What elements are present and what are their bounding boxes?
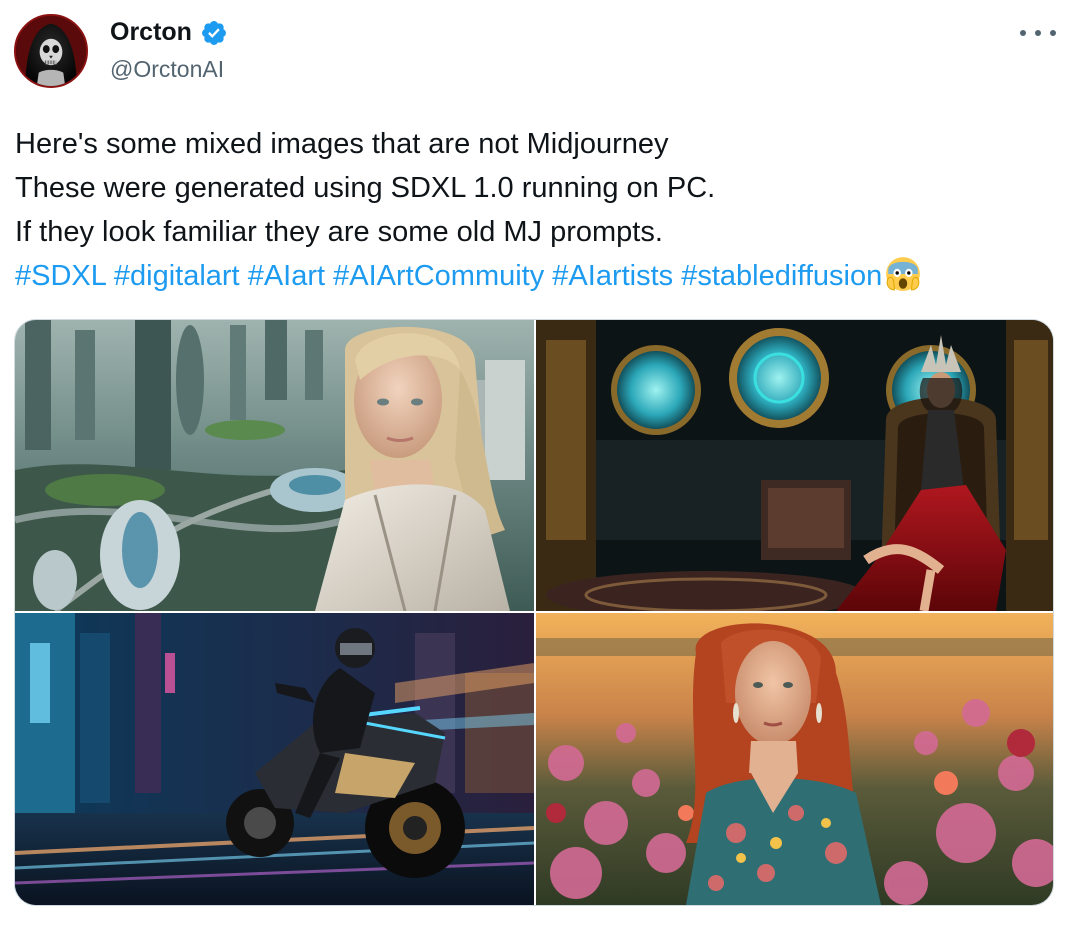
tweet-line: Here's some mixed images that are not Mi… [15,128,669,160]
display-name[interactable]: Orcton [110,18,192,47]
futuristic-city-woman-illustration [15,320,534,611]
throne-queen-illustration [536,320,1053,611]
tweet-line: If they look familiar they are some old … [15,216,663,248]
tweet-card: Orcton @OrctonAI Here's some mixed image… [0,0,1080,926]
throne-queen-image[interactable] [536,320,1053,611]
tweet-line: These were generated using SDXL 1.0 runn… [15,172,716,204]
more-options-button[interactable] [1020,22,1056,44]
hooded-skull-icon [16,16,86,86]
more-options-icon [1035,30,1041,36]
hashtag-link[interactable]: #AIArtCommuity [333,260,544,292]
hashtag-link[interactable]: #SDXL [15,260,106,292]
media-grid [14,319,1054,906]
redhead-flower-field-illustration [536,613,1053,905]
cyber-motorcycle-image[interactable] [15,613,534,905]
verified-badge-icon[interactable] [200,19,228,47]
avatar[interactable] [14,14,88,88]
more-options-icon [1050,30,1056,36]
futuristic-city-woman-image[interactable] [15,320,534,611]
cyber-motorcycle-illustration [15,613,534,905]
hashtag-row: #SDXL #digitalart #AIart #AIArtCommuity … [15,254,1065,298]
tweet-text: Here's some mixed images that are not Mi… [15,122,1065,298]
more-options-icon [1020,30,1026,36]
screaming-face-emoji-icon [886,257,921,291]
hashtag-link[interactable]: #digitalart [114,260,240,292]
hashtag-link[interactable]: #AIartists [552,260,673,292]
hashtag-link[interactable]: #AIart [248,260,325,292]
author-name-row: Orcton [110,18,228,47]
redhead-flower-field-image[interactable] [536,613,1053,905]
author-handle[interactable]: @OrctonAI [110,56,224,83]
hashtag-link[interactable]: #stablediffusion [681,260,882,292]
